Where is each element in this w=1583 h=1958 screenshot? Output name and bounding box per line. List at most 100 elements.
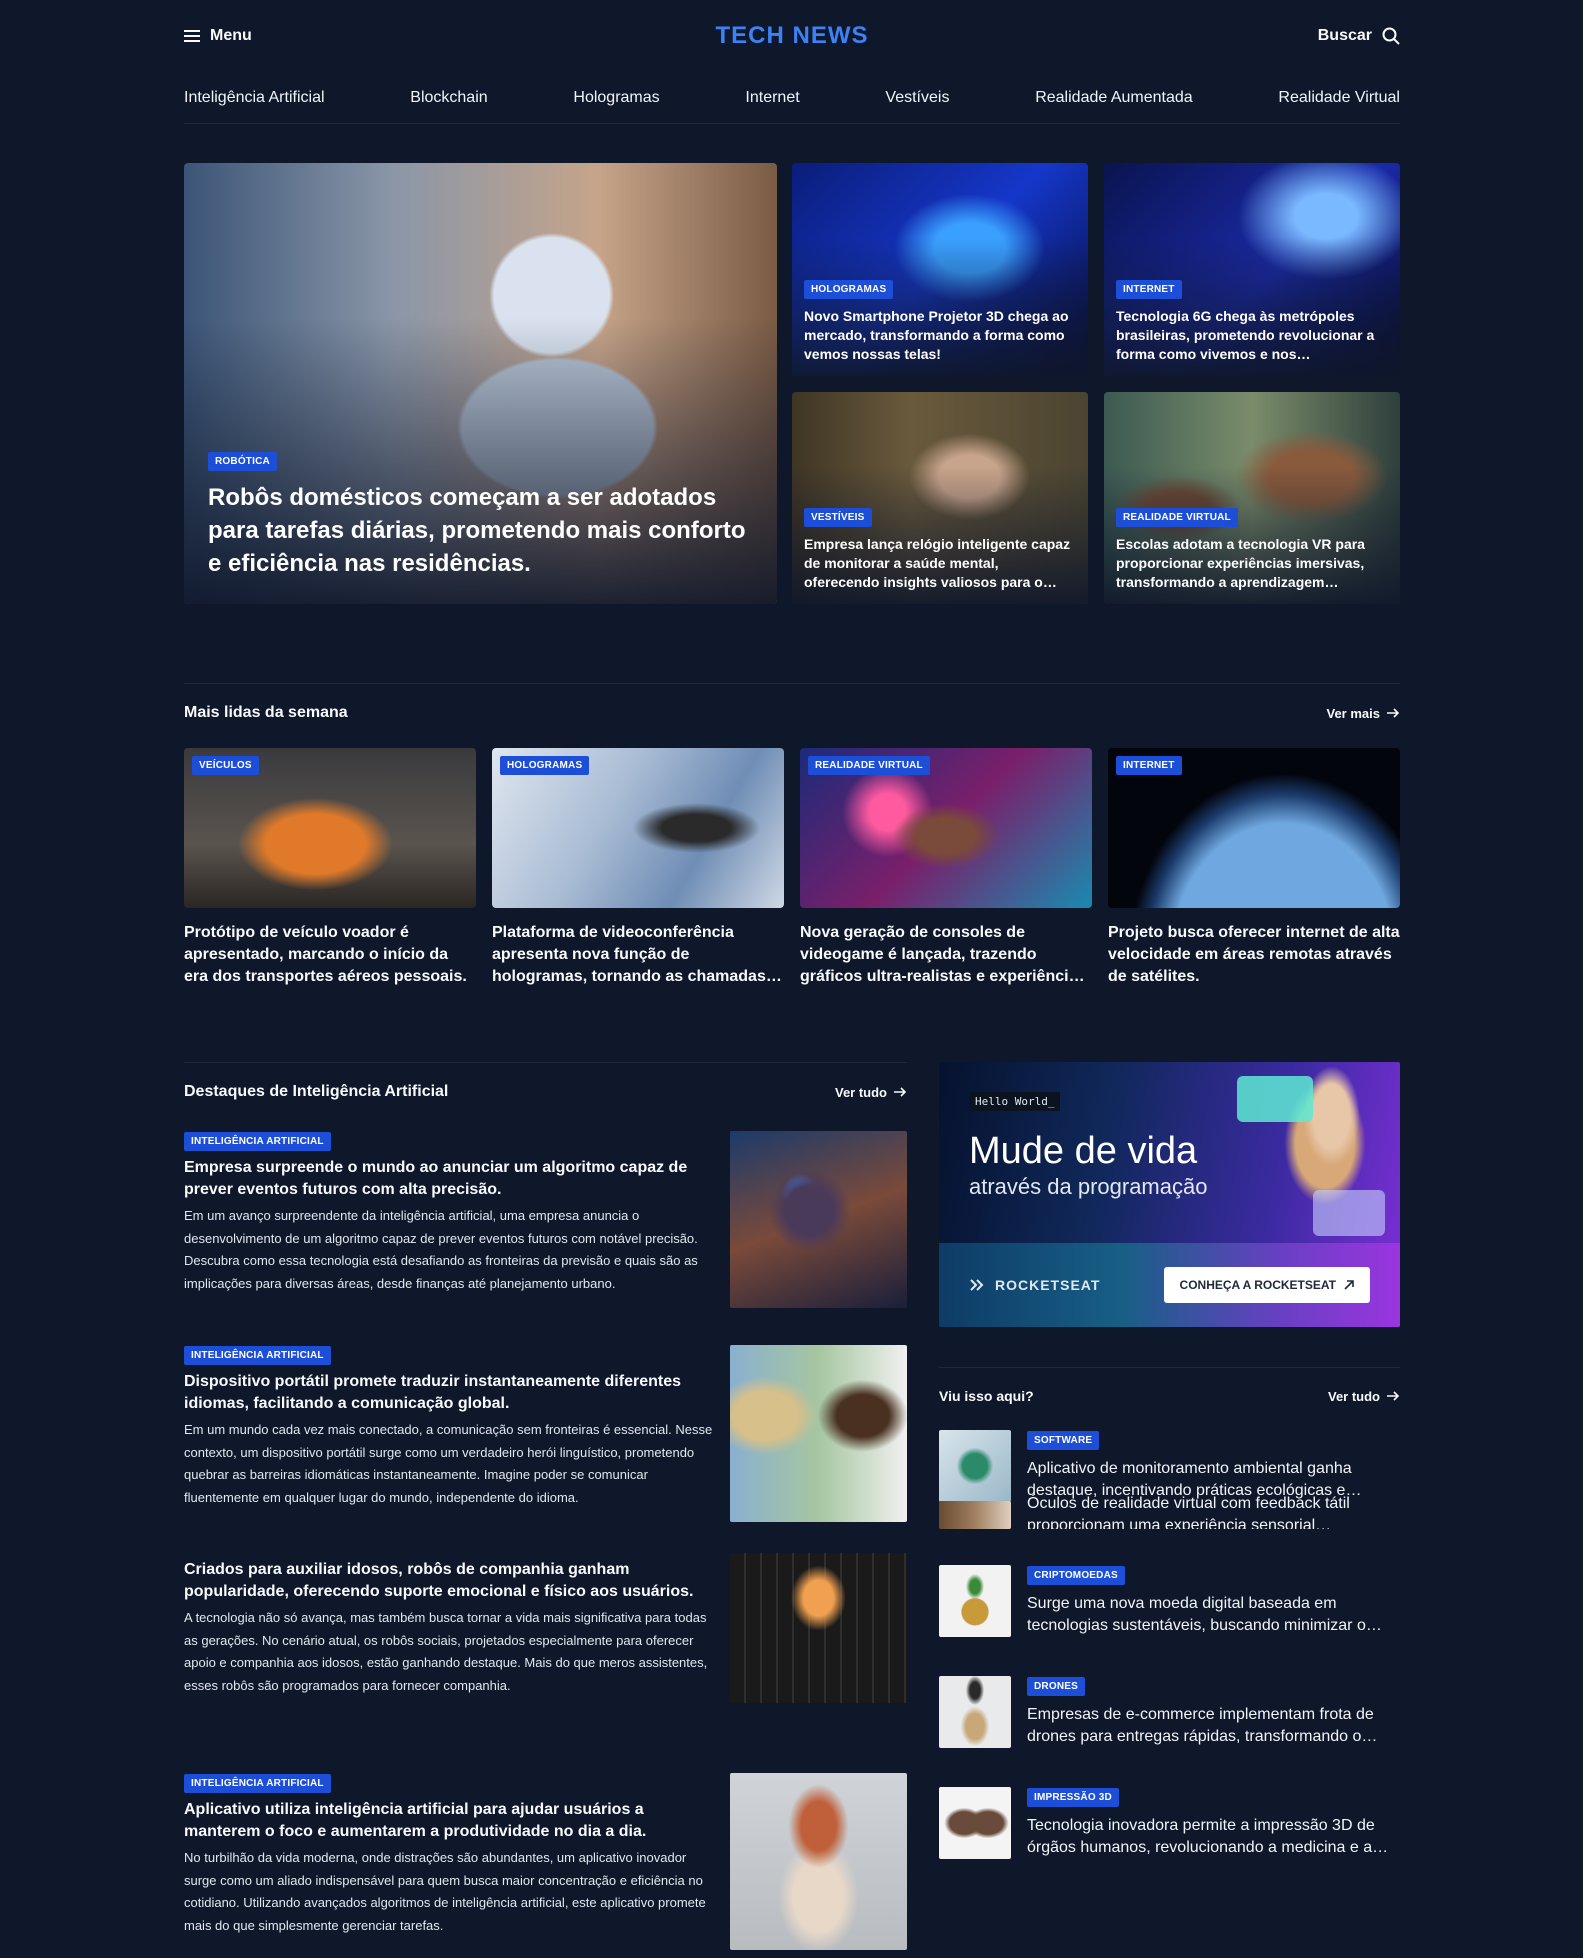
seen-article-image	[939, 1787, 1011, 1859]
most-read-card[interactable]: HOLOGRAMAS Plataforma de videoconferênci…	[492, 748, 784, 988]
ad-cta-button[interactable]: CONHEÇA A ROCKETSEAT	[1163, 1267, 1370, 1303]
hero-card-tag: HOLOGRAMAS	[804, 280, 894, 299]
hero-card[interactable]: VESTÍVEIS Empresa lança relógio intelige…	[792, 392, 1088, 604]
ai-article[interactable]: INTELIGÊNCIA ARTIFICIAL Aplicativo utili…	[184, 1773, 907, 1958]
nav-item-realidade-aumentada[interactable]: Realidade Aumentada	[1035, 89, 1192, 107]
hero-card-title: Novo Smartphone Projetor 3D chega ao mer…	[804, 308, 1069, 362]
ai-article-excerpt: No turbilhão da vida moderna, onde distr…	[184, 1850, 706, 1933]
seen-article-tag: IMPRESSÃO 3D	[1027, 1788, 1119, 1807]
hero-card-tag: VESTÍVEIS	[804, 508, 872, 527]
most-read-tag: REALIDADE VIRTUAL	[808, 756, 930, 775]
category-nav: Inteligência Artificial Blockchain Holog…	[184, 72, 1400, 124]
seen-article-tag: SOFTWARE	[1027, 1431, 1100, 1450]
arrow-right-icon	[1387, 1391, 1400, 1401]
hero-grid: ROBÓTICA Robôs domésticos começam a ser …	[184, 163, 1400, 604]
ad-subheadline: através da programação	[969, 1174, 1208, 1199]
nav-item-ai[interactable]: Inteligência Artificial	[184, 89, 325, 107]
search-button[interactable]: Buscar	[1318, 27, 1400, 45]
hero-card-title: Tecnologia 6G chega às metrópoles brasil…	[1116, 308, 1375, 362]
ai-article-image	[730, 1345, 907, 1522]
section-header: Destaques de Inteligência Artificial Ver…	[184, 1062, 907, 1101]
most-read-image: REALIDADE VIRTUAL	[800, 748, 1092, 908]
ad-footer: ROCKETSEAT CONHEÇA A ROCKETSEAT	[939, 1243, 1400, 1327]
see-more-label: Ver mais	[1326, 705, 1381, 721]
ai-article-image	[730, 1131, 907, 1308]
see-all-link[interactable]: Ver tudo	[1328, 1389, 1400, 1404]
hero-card[interactable]: INTERNET Tecnologia 6G chega às metrópol…	[1104, 163, 1400, 376]
section-header: Viu isso aqui? Ver tudo	[939, 1367, 1400, 1404]
hero-card-title: Empresa lança relógio inteligente capaz …	[804, 536, 1071, 590]
seen-article[interactable]: CRIPTOMOEDAS Surge uma nova moeda digita…	[939, 1565, 1400, 1676]
menu-button[interactable]: Menu	[184, 27, 252, 45]
seen-article[interactable]: DRONES Empresas de e-commerce implementa…	[939, 1676, 1400, 1787]
hero-card-tag: INTERNET	[1116, 280, 1182, 299]
ad-cta-label: CONHEÇA A ROCKETSEAT	[1179, 1278, 1336, 1292]
site-logo[interactable]: TECH NEWS	[716, 22, 869, 50]
section-title: Mais lidas da semana	[184, 704, 348, 721]
ai-article-title: Dispositivo portátil promete traduzir in…	[184, 1373, 681, 1412]
most-read-title: Projeto busca oferecer internet de alta …	[1108, 924, 1400, 985]
rocketseat-ad-banner[interactable]: Hello World_ Mude de vida através da pro…	[939, 1062, 1400, 1327]
seen-article-image	[939, 1565, 1011, 1637]
arrow-right-icon	[1387, 708, 1400, 718]
ai-article-title: Aplicativo utiliza inteligência artifici…	[184, 1801, 647, 1840]
most-read-card[interactable]: VEÍCULOS Protótipo de veículo voador é a…	[184, 748, 476, 988]
nav-item-vestiveis[interactable]: Vestíveis	[885, 89, 949, 107]
hero-card[interactable]: HOLOGRAMAS Novo Smartphone Projetor 3D c…	[792, 163, 1088, 376]
section-header: Mais lidas da semana Ver mais	[184, 683, 1400, 722]
most-read-title: Plataforma de videoconferência apresenta…	[492, 924, 766, 985]
ai-article-tag: INTELIGÊNCIA ARTIFICIAL	[184, 1132, 331, 1151]
ai-article-tag: INTELIGÊNCIA ARTIFICIAL	[184, 1346, 331, 1365]
menu-label: Menu	[210, 27, 252, 44]
ai-article-excerpt: Em um avanço surpreendente da inteligênc…	[184, 1208, 698, 1291]
search-icon	[1382, 27, 1400, 45]
seen-section: Viu isso aqui? Ver tudo SOFTWARE Aplicat…	[939, 1367, 1400, 1898]
seen-article-image	[939, 1430, 1011, 1502]
ad-brand-label: ROCKETSEAT	[995, 1277, 1101, 1293]
most-read-card[interactable]: INTERNET Projeto busca oferecer internet…	[1108, 748, 1400, 988]
most-read-card[interactable]: REALIDADE VIRTUAL Nova geração de consol…	[800, 748, 1092, 988]
section-title: Destaques de Inteligência Artificial	[184, 1083, 449, 1100]
hero-main-card[interactable]: ROBÓTICA Robôs domésticos começam a ser …	[184, 163, 777, 604]
seen-article-image	[939, 1501, 1011, 1529]
rocketseat-logo-icon	[970, 1279, 984, 1291]
seen-article-tag: CRIPTOMOEDAS	[1027, 1566, 1125, 1585]
ai-article[interactable]: INTELIGÊNCIA ARTIFICIAL Dispositivo port…	[184, 1345, 907, 1559]
nav-item-internet[interactable]: Internet	[745, 89, 799, 107]
section-title: Viu isso aqui?	[939, 1388, 1034, 1404]
most-read-tag: VEÍCULOS	[192, 756, 259, 775]
most-read-title: Nova geração de consoles de videogame é …	[800, 924, 1087, 985]
seen-article-title: Tecnologia inovadora permite a impressão…	[1027, 1817, 1375, 1856]
seen-article-image	[939, 1676, 1011, 1748]
see-all-label: Ver tudo	[834, 1084, 887, 1100]
nav-item-realidade-virtual[interactable]: Realidade Virtual	[1278, 89, 1400, 107]
most-read-image: INTERNET	[1108, 748, 1400, 908]
seen-article[interactable]: IMPRESSÃO 3D Tecnologia inovadora permit…	[939, 1787, 1400, 1898]
site-header: Menu TECH NEWS Buscar	[184, 0, 1400, 72]
ad-card-decor	[1313, 1190, 1385, 1236]
ad-hello-label: Hello World_	[969, 1092, 1061, 1111]
hero-main-title: Robôs domésticos começam a ser adotados …	[208, 484, 746, 577]
hamburger-icon	[184, 30, 200, 42]
hero-card[interactable]: REALIDADE VIRTUAL Escolas adotam a tecno…	[1104, 392, 1400, 604]
ai-article-excerpt: Em um mundo cada vez mais conectado, a c…	[184, 1422, 713, 1505]
see-all-link[interactable]: Ver tudo	[835, 1085, 907, 1100]
seen-article-title: Óculos de realidade virtual com feedback…	[1027, 1495, 1350, 1529]
most-read-image: HOLOGRAMAS	[492, 748, 784, 908]
search-label: Buscar	[1317, 27, 1372, 44]
seen-article-tag: DRONES	[1027, 1677, 1085, 1696]
most-read-title: Protótipo de veículo voador é apresentad…	[184, 924, 467, 985]
nav-item-hologramas[interactable]: Hologramas	[573, 89, 659, 107]
ai-article-image	[730, 1553, 907, 1703]
see-all-label: Ver tudo	[1327, 1388, 1380, 1404]
external-arrow-icon	[1344, 1280, 1354, 1290]
most-read-tag: HOLOGRAMAS	[500, 756, 590, 775]
ai-article-excerpt: A tecnologia não só avança, mas também b…	[184, 1610, 708, 1693]
ai-article[interactable]: INTELIGÊNCIA ARTIFICIAL Empresa surpreen…	[184, 1131, 907, 1345]
ai-article-title: Empresa surpreende o mundo ao anunciar u…	[184, 1159, 688, 1198]
ai-article[interactable]: Criados para auxiliar idosos, robôs de c…	[184, 1553, 907, 1773]
arrow-right-icon	[894, 1087, 907, 1097]
seen-article-title: Empresas de e-commerce implementam frota…	[1027, 1706, 1374, 1745]
see-more-link[interactable]: Ver mais	[1327, 706, 1401, 721]
nav-item-blockchain[interactable]: Blockchain	[410, 89, 487, 107]
